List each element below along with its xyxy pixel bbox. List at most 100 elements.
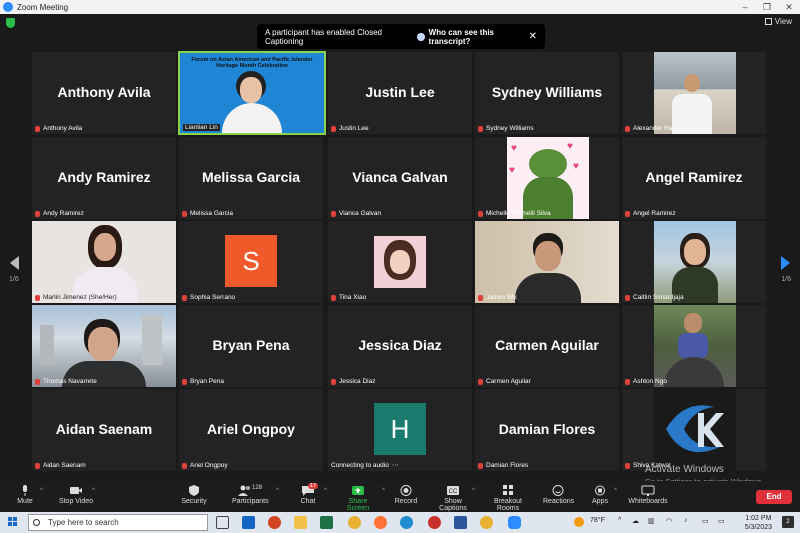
chevron-up-icon[interactable]: ^ [614,488,617,494]
page-indicator-right: 1/6 [781,276,791,283]
participant-tile[interactable]: H Connecting to audio ⋯ [328,389,472,471]
rock [664,357,724,387]
volume-icon[interactable]: ♪ [684,517,688,524]
muted-mic-icon [478,125,483,132]
participants-button[interactable]: 128 Participants ^ [232,485,279,505]
heart-icon: ♥ [511,143,517,154]
share-screen-button[interactable]: Share Screen ^ [338,485,385,512]
closed-captions-icon: CC [446,485,460,496]
notification-icon[interactable]: 2 [782,516,794,528]
participant-tile[interactable]: James Wu [475,221,619,303]
participant-tile[interactable]: Anthony Avila Anthony Avila [32,52,176,134]
taskbar-search-box[interactable]: Type here to search [28,514,208,531]
participant-tile[interactable]: Sydney Williams Sydney Williams [475,52,619,134]
excel-icon[interactable] [320,516,333,529]
language-icon: ▭ [718,518,725,525]
participant-label: Tina Xiao [331,294,366,301]
participant-name: Justin Lee [339,125,369,132]
participant-tile[interactable]: Shiva Katwal [622,389,766,471]
participant-tile[interactable]: Ashton Ngo [622,305,766,387]
reactions-button[interactable]: Reactions [543,485,574,505]
participant-tile[interactable]: Justin Lee Justin Lee [328,52,472,134]
chevron-up-icon[interactable]: ^ [92,488,95,494]
show-captions-label: Show Captions [439,498,467,512]
maximize-icon[interactable]: ❐ [756,0,778,14]
file-explorer-icon[interactable] [294,516,307,529]
apps-button[interactable]: Apps ^ [590,485,617,505]
chrome-icon-2[interactable] [480,516,493,529]
security-button[interactable]: Security [181,485,207,505]
windows-start-icon[interactable] [8,517,18,527]
chat-button[interactable]: 17 Chat ^ [296,483,327,505]
next-page-arrow-icon[interactable] [781,256,790,270]
outlook-icon[interactable] [242,516,255,529]
participant-tile[interactable]: Angel Ramirez Angel Ramirez [622,137,766,219]
breakout-rooms-button[interactable]: Breakout Rooms [483,485,533,512]
participant-tile[interactable]: Thomas Navarrete [32,305,176,387]
who-can-see-link[interactable]: Who can see this transcript? [417,28,528,46]
chevron-up-icon[interactable]: ^ [324,488,327,494]
taskbar-clock[interactable]: 1:02 PM 5/3/2023 [745,514,772,532]
participant-tile[interactable]: S Sophia Serrano [179,221,323,303]
powerpoint-icon[interactable] [268,516,281,529]
chevron-up-icon[interactable]: ^ [618,517,621,524]
participant-label: Angel Ramirez [625,210,676,217]
participant-tile[interactable]: Aidan Saenam Aidan Saenam [32,389,176,471]
muted-mic-icon [625,125,630,132]
participant-tile[interactable]: Damian Flores Damian Flores [475,389,619,471]
chevron-up-icon[interactable]: ^ [472,488,475,494]
participant-name: Tina Xiao [339,294,367,301]
mute-button[interactable]: Mute ^ [14,485,43,505]
chrome-icon[interactable] [348,516,361,529]
task-view-icon[interactable] [216,516,229,529]
participant-tile[interactable]: Vianca Galvan Vianca Galvan [328,137,472,219]
chevron-up-icon[interactable]: ^ [276,488,279,494]
participant-name-large: Justin Lee [365,84,435,100]
stop-video-button[interactable]: Stop Video ^ [56,485,96,505]
close-window-icon[interactable]: ✕ [778,0,800,14]
view-button[interactable]: View [764,17,792,26]
participant-label: Andy Ramirez [35,210,84,217]
participant-name: Connecting to audio [331,461,389,469]
participant-tile[interactable]: Alexander Ha [622,52,766,134]
show-captions-button[interactable]: CC Show Captions ^ [430,485,476,512]
participant-label: Vianca Galvan [331,210,381,217]
heart-icon: ♥ [509,165,515,176]
minimize-icon[interactable]: – [734,0,756,14]
participant-tile[interactable]: Marlin Jimenez (She/Her) [32,221,176,303]
participant-tile[interactable]: Jessica Diaz Jessica Diaz [328,305,472,387]
participant-tile[interactable]: Bryan Pena Bryan Pena [179,305,323,387]
chevron-up-icon[interactable]: ^ [40,488,43,494]
wifi-icon[interactable]: ◠ [666,517,672,525]
banner-close-icon[interactable]: ✕ [529,31,537,42]
edge-icon[interactable] [400,516,413,529]
participant-tile[interactable]: Melissa Garcia Melissa Garcia [179,137,323,219]
participant-tile[interactable]: Caitlin Simardjaja [622,221,766,303]
participant-name-large: Melissa Garcia [201,169,301,185]
participant-tile[interactable]: ♥ ♥ ♥ ♥ Michelle Fremelli Silva [475,137,619,219]
muted-mic-icon [182,210,187,217]
participant-name: Lianlian Lin [185,124,218,131]
chevron-up-icon[interactable]: ^ [382,488,385,494]
participant-tile[interactable]: Ariel Ongpoy Ariel Ongpoy [179,389,323,471]
participant-name: Melissa Garcia [190,210,233,217]
prev-page-arrow-icon[interactable] [10,256,19,270]
weather-icon [574,517,584,527]
whiteboards-button[interactable]: Whiteboards [628,485,668,505]
participant-tile-active-speaker[interactable]: Forum on Asian American and Pacific Isla… [178,51,326,135]
participant-avatar-image [374,236,426,288]
participant-tile[interactable]: Carmen Aguilar Carmen Aguilar [475,305,619,387]
record-app-icon[interactable] [428,516,441,529]
smiley-icon [551,485,565,496]
word-icon[interactable] [454,516,467,529]
participant-tile[interactable]: Tina Xiao [328,221,472,303]
zoom-taskbar-icon[interactable] [508,516,521,529]
record-button[interactable]: Record [394,485,418,505]
participant-label: Marlin Jimenez (She/Her) [35,294,117,301]
weather-temp[interactable]: 78°F [590,517,605,524]
firefox-icon[interactable] [374,516,387,529]
muted-mic-icon [182,462,187,469]
participant-tile[interactable]: Andy Ramirez Andy Ramirez [32,137,176,219]
end-meeting-button[interactable]: End [756,490,792,504]
slide-text: Forum on Asian American and Pacific Isla… [191,57,313,69]
